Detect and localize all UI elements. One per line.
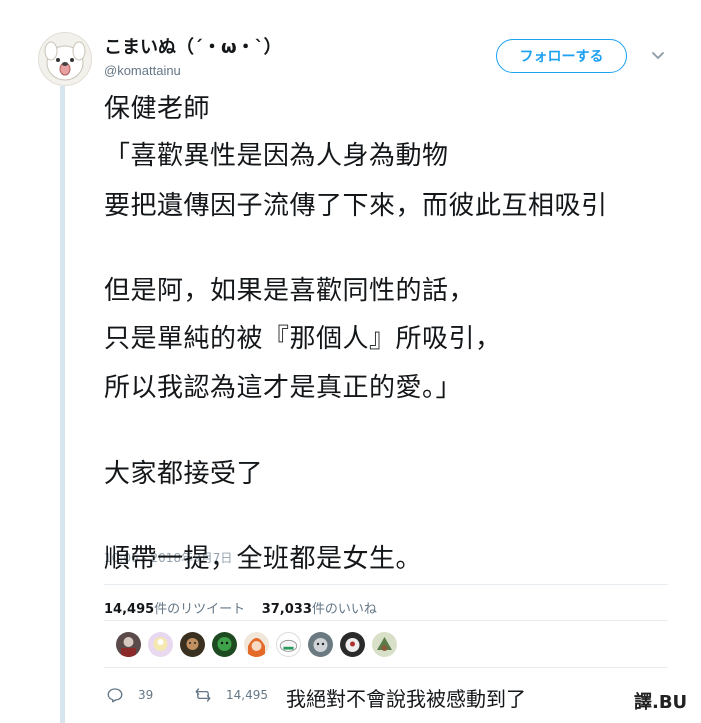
reply-icon[interactable] xyxy=(106,686,124,704)
engagement-stats: 14,495件のリツイート 37,033件のいいね xyxy=(104,598,377,617)
liker-avatar[interactable] xyxy=(116,632,141,657)
tweet-text-line: 但是阿，如果是喜歡同性的話， xyxy=(104,276,476,306)
liker-avatar[interactable] xyxy=(372,632,397,657)
tweet-text-line: 「喜歡異性是因為人身為動物 xyxy=(104,141,449,171)
liker-avatar[interactable] xyxy=(244,632,269,657)
watermark: 譯.BU xyxy=(634,692,688,713)
liker-avatar[interactable] xyxy=(308,632,333,657)
reply-count[interactable]: 39 xyxy=(138,688,153,702)
thread-line xyxy=(60,86,65,723)
user-handle[interactable]: @komattainu xyxy=(104,63,181,78)
tweet-text-line: 保健老師 xyxy=(104,94,211,124)
follow-button[interactable]: フォローする xyxy=(496,39,627,73)
display-name[interactable]: こまいぬ（´・ω・`） xyxy=(104,33,282,59)
liker-avatar[interactable] xyxy=(340,632,365,657)
retweet-label[interactable]: 件のリツイート xyxy=(154,602,245,617)
tweet-text-line: 要把遺傳因子流傳了下來，而彼此互相吸引 xyxy=(104,191,608,221)
tweet-text-line: 只是單純的被『那個人』所吸引， xyxy=(104,324,502,354)
tweet-text-line: 所以我認為這才是真正的愛。」 xyxy=(104,373,463,403)
like-count[interactable]: 37,033 xyxy=(262,602,312,617)
liker-avatar[interactable] xyxy=(212,632,237,657)
liker-avatar[interactable] xyxy=(276,632,301,657)
retweet-action-count[interactable]: 14,495 xyxy=(226,688,268,702)
dog-avatar-icon xyxy=(44,41,86,81)
liker-avatar[interactable] xyxy=(148,632,173,657)
caption-overlay: 我絕對不會說我被感動到了 xyxy=(286,687,526,711)
avatar[interactable] xyxy=(38,32,92,86)
liker-avatar[interactable] xyxy=(180,632,205,657)
like-label[interactable]: 件のいいね xyxy=(312,602,377,617)
chevron-down-icon[interactable] xyxy=(650,48,666,64)
likers-row xyxy=(104,620,668,668)
tweet-text-line: 大家都接受了 xyxy=(104,459,264,489)
tweet-text-line: 順帶一提，全班都是女生。 xyxy=(104,544,423,574)
retweet-icon[interactable] xyxy=(194,686,212,704)
retweet-count[interactable]: 14,495 xyxy=(104,602,154,617)
divider xyxy=(104,584,668,585)
